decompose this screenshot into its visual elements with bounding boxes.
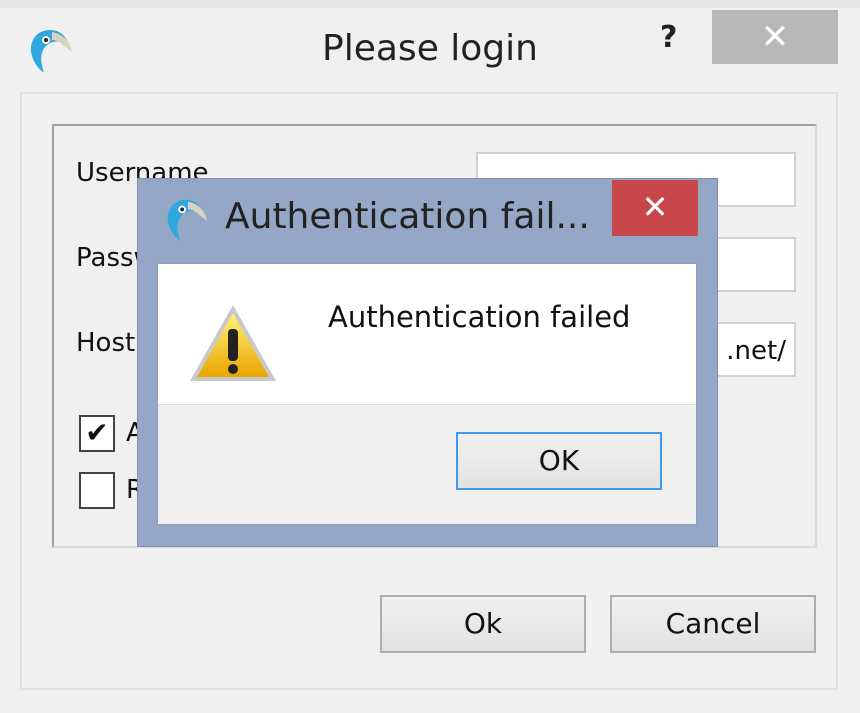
alert-title: Authentication fail... bbox=[225, 196, 590, 237]
ok-button[interactable]: Ok bbox=[380, 595, 586, 653]
checkbox-1[interactable]: ✔ bbox=[79, 415, 115, 452]
cancel-button[interactable]: Cancel bbox=[610, 595, 816, 653]
warning-icon bbox=[188, 303, 278, 389]
app-icon bbox=[26, 26, 74, 78]
alert-close-button[interactable]: ✕ bbox=[612, 180, 698, 236]
alert-app-icon bbox=[163, 196, 209, 246]
checkbox-2[interactable] bbox=[79, 472, 115, 509]
host-label: Host bbox=[76, 328, 136, 358]
window-border bbox=[0, 0, 860, 8]
close-button[interactable]: ✕ bbox=[712, 10, 838, 64]
alert-message: Authentication failed bbox=[328, 300, 631, 334]
window-title: Please login bbox=[322, 28, 538, 69]
alert-ok-button[interactable]: OK bbox=[456, 432, 662, 490]
help-button[interactable]: ? bbox=[660, 20, 677, 55]
